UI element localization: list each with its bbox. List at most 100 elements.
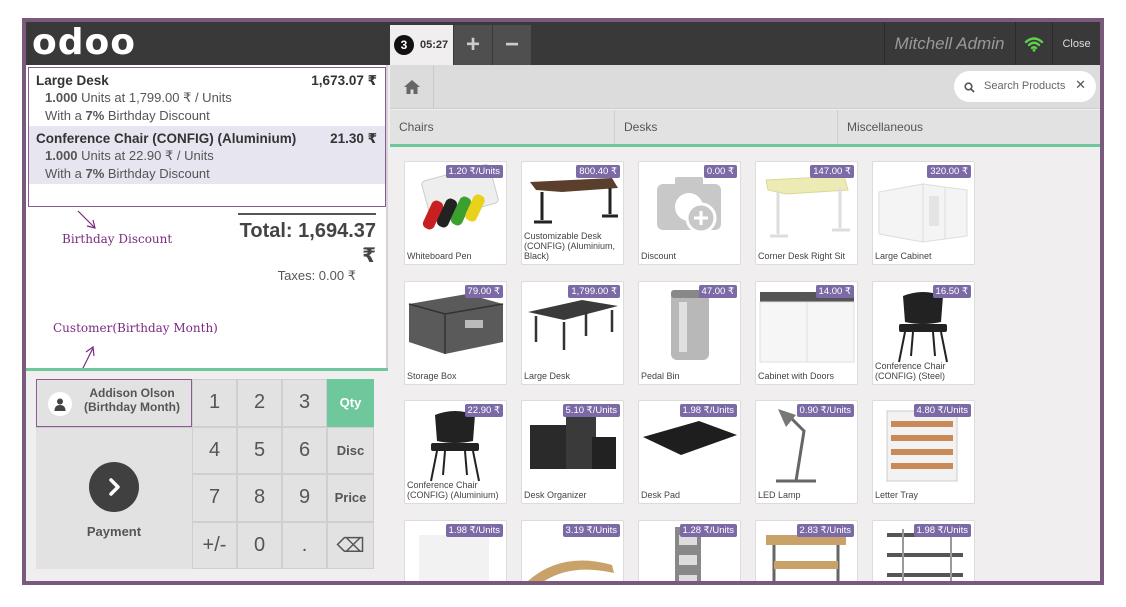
numpad-key-0[interactable]: 0 — [237, 521, 282, 569]
customer-name: Addison Olson (Birthday Month) — [84, 386, 180, 414]
product-name: LED Lamp — [758, 490, 801, 500]
product-price-badge: 1,799.00 ₹ — [568, 285, 620, 298]
product-screen: ✕ Chairs Desks Miscellaneous 1.20 ₹/Unit… — [390, 65, 1100, 581]
product-card[interactable]: 1.20 ₹/Units Whiteboard Pen — [404, 161, 507, 265]
product-card[interactable]: 4.80 ₹/Units Letter Tray — [872, 400, 975, 504]
product-card[interactable]: 2.83 ₹/Units — [755, 520, 858, 581]
product-name: Large Desk — [524, 371, 571, 381]
numpad-key-4[interactable]: 4 — [192, 426, 237, 474]
mode-disc-button[interactable]: Disc — [327, 426, 374, 474]
product-price-badge: 47.00 ₹ — [698, 285, 737, 298]
category-bar: Chairs Desks Miscellaneous — [390, 110, 1100, 147]
cashier-name[interactable]: Mitchell Admin — [884, 22, 1014, 65]
product-card[interactable]: 147.00 ₹ Corner Desk Right Sit — [755, 161, 858, 265]
product-card[interactable]: 3.19 ₹/Units — [521, 520, 624, 581]
numpad-key-7[interactable]: 7 — [192, 474, 237, 522]
product-name: Whiteboard Pen — [407, 251, 472, 261]
product-price-badge: 0.90 ₹/Units — [796, 404, 854, 417]
numpad: 1 2 3 Qty 4 5 6 Disc 7 8 9 Price +/- 0. ⌫ — [192, 379, 374, 569]
order-tab-selected[interactable]: 3 05:27 — [390, 25, 453, 65]
product-price-badge: 2.83 ₹/Units — [796, 524, 854, 537]
product-name: Pedal Bin — [641, 371, 680, 381]
product-price-badge: 3.19 ₹/Units — [562, 524, 620, 537]
product-name: Customizable Desk (CONFIG) (Aluminium, B… — [524, 231, 616, 261]
numpad-key-1[interactable]: 1 — [192, 379, 237, 427]
pos-app: odoo 3 05:27 + − Mitchell Admin Close La… — [26, 22, 1100, 581]
decimal-key[interactable]: . — [282, 521, 327, 569]
product-card[interactable]: 1.98 ₹/Units Desk Pad — [638, 400, 741, 504]
product-card[interactable]: 79.00 ₹ Storage Box — [404, 281, 507, 385]
numpad-key-5[interactable]: 5 — [237, 426, 282, 474]
numpad-key-9[interactable]: 9 — [282, 474, 327, 522]
wifi-icon[interactable] — [1015, 22, 1052, 65]
numpad-key-8[interactable]: 8 — [237, 474, 282, 522]
product-price-badge: 1.98 ₹/Units — [913, 524, 971, 537]
close-button[interactable]: Close — [1052, 22, 1100, 65]
product-price-badge: 800.40 ₹ — [576, 165, 620, 178]
order-panel: Large Desk 1,673.07 ₹ 1.000 Units at 1,7… — [26, 65, 388, 581]
product-name: Discount — [641, 251, 677, 261]
order-total: Total: 1,694.37 ₹ — [239, 220, 376, 267]
numpad-key-2[interactable]: 2 — [237, 379, 282, 427]
numpad-key-6[interactable]: 6 — [282, 426, 327, 474]
chevron-right-icon — [89, 462, 139, 512]
customer-button[interactable]: Addison Olson (Birthday Month) — [36, 379, 192, 427]
search-box: ✕ — [954, 71, 1096, 102]
product-price-badge: 1.98 ₹/Units — [679, 404, 737, 417]
category-miscellaneous[interactable]: Miscellaneous — [838, 110, 1100, 144]
product-card[interactable]: 47.00 ₹ Pedal Bin — [638, 281, 741, 385]
product-name: Conference Chair (CONFIG) (Steel) — [875, 361, 946, 381]
product-name: Large Cabinet — [875, 251, 932, 261]
product-card[interactable]: 16.50 ₹ Conference Chair (CONFIG) (Steel) — [872, 281, 975, 385]
user-icon — [48, 392, 72, 416]
product-card[interactable]: 320.00 ₹ Large Cabinet — [872, 161, 975, 265]
product-card[interactable]: 0.90 ₹/Units LED Lamp — [755, 400, 858, 504]
product-name: Storage Box — [407, 371, 457, 381]
numpad-key-3[interactable]: 3 — [282, 379, 327, 427]
product-card[interactable]: 800.40 ₹ Customizable Desk (CONFIG) (Alum… — [521, 161, 624, 265]
sign-toggle-key[interactable]: +/- — [192, 521, 237, 569]
product-card[interactable]: 5.10 ₹/Units Desk Organizer — [521, 400, 624, 504]
product-card[interactable]: 1.98 ₹/Units — [404, 520, 507, 581]
search-input[interactable] — [984, 77, 1072, 95]
add-order-button[interactable]: + — [454, 25, 492, 65]
product-price-badge: 5.10 ₹/Units — [562, 404, 620, 417]
birthday-discount-annotation: Birthday Discount — [62, 232, 173, 246]
category-chairs[interactable]: Chairs — [390, 110, 615, 144]
order-taxes: Taxes: 0.00 ₹ — [277, 268, 356, 283]
remove-order-button[interactable]: − — [493, 25, 531, 65]
product-price-badge: 1.28 ₹/Units — [679, 524, 737, 537]
product-name: Desk Pad — [641, 490, 681, 500]
mode-qty-button[interactable]: Qty — [327, 379, 374, 427]
mode-price-button[interactable]: Price — [327, 474, 374, 522]
home-icon[interactable] — [390, 65, 434, 109]
screenshot-frame: odoo 3 05:27 + − Mitchell Admin Close La… — [22, 18, 1104, 585]
payment-button[interactable]: Payment — [36, 427, 192, 569]
category-desks[interactable]: Desks — [615, 110, 838, 144]
top-bar: odoo 3 05:27 + − Mitchell Admin Close — [26, 22, 1100, 65]
product-name: Letter Tray — [875, 490, 919, 500]
product-card[interactable]: 22.90 ₹ Conference Chair (CONFIG) (Alumin… — [404, 400, 507, 504]
product-price-badge: 22.90 ₹ — [464, 404, 503, 417]
product-price-badge: 0.00 ₹ — [703, 165, 737, 178]
product-name: Corner Desk Right Sit — [758, 251, 846, 261]
order-number-badge: 3 — [394, 35, 414, 55]
product-card[interactable]: 1.28 ₹/Units — [638, 520, 741, 581]
product-price-badge: 1.98 ₹/Units — [445, 524, 503, 537]
product-price-badge: 1.20 ₹/Units — [445, 165, 503, 178]
product-card[interactable]: 0.00 ₹ Discount — [638, 161, 741, 265]
backspace-key[interactable]: ⌫ — [327, 521, 374, 569]
product-price-badge: 16.50 ₹ — [932, 285, 971, 298]
clear-search-icon[interactable]: ✕ — [1075, 77, 1086, 93]
product-price-badge: 320.00 ₹ — [927, 165, 971, 178]
product-price-badge: 79.00 ₹ — [464, 285, 503, 298]
order-summary: Total: 1,694.37 ₹ Taxes: 0.00 ₹ — [238, 213, 376, 284]
product-name: Desk Organizer — [524, 490, 587, 500]
product-card[interactable]: 1,799.00 ₹ Large Desk — [521, 281, 624, 385]
odoo-logo: odoo — [32, 22, 136, 63]
product-card[interactable]: 1.98 ₹/Units — [872, 520, 975, 581]
product-name: Conference Chair (CONFIG) (Aluminium) — [407, 480, 499, 500]
product-name: Cabinet with Doors — [758, 371, 835, 381]
product-card[interactable]: 14.00 ₹ Cabinet with Doors — [755, 281, 858, 385]
payment-label: Payment — [86, 524, 142, 539]
